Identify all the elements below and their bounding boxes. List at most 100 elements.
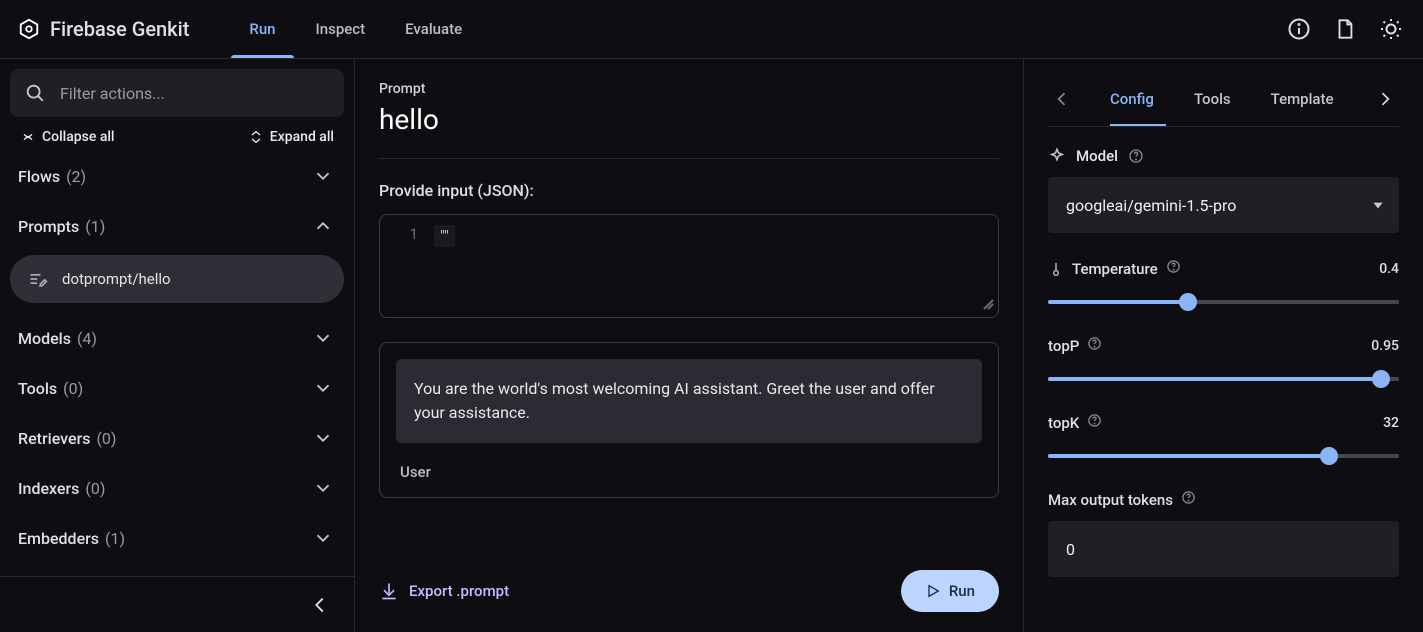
section-prompts-label: Prompts: [18, 217, 79, 236]
json-input-editor[interactable]: 1 "": [379, 214, 999, 318]
document-icon: [1334, 18, 1356, 40]
chevron-right-icon: [1375, 89, 1395, 109]
section-tools[interactable]: Tools (0): [10, 363, 344, 413]
section-embedders-count: (1): [105, 529, 125, 548]
tabs-scroll-right[interactable]: [1371, 85, 1399, 113]
sidebar-item-dotprompt-hello[interactable]: dotprompt/hello: [10, 255, 344, 303]
nav-tab-run-label: Run: [249, 20, 275, 38]
topp-slider[interactable]: [1048, 371, 1399, 387]
section-retrievers[interactable]: Retrievers (0): [10, 413, 344, 463]
genkit-logo-icon: [18, 18, 40, 40]
section-retrievers-label: Retrievers: [18, 429, 90, 448]
section-indexers-count: (0): [85, 479, 105, 498]
collapse-all-button[interactable]: Collapse all: [20, 129, 115, 145]
messages-preview: You are the world's most welcoming AI as…: [379, 342, 999, 498]
model-help-button[interactable]: [1128, 148, 1144, 164]
chevron-left-icon: [309, 594, 331, 616]
collapse-all-label: Collapse all: [42, 129, 115, 145]
right-tab-tools-label: Tools: [1194, 90, 1231, 108]
right-tab-template-label: Template: [1271, 90, 1334, 108]
model-select[interactable]: googleai/gemini-1.5-pro: [1048, 177, 1399, 233]
right-tab-template[interactable]: Template: [1271, 72, 1334, 126]
section-flows-label: Flows: [18, 167, 60, 186]
temperature-label: Temperature: [1072, 260, 1158, 278]
export-label: Export .prompt: [409, 582, 509, 600]
system-message: You are the world's most welcoming AI as…: [396, 359, 982, 443]
temperature-slider[interactable]: [1048, 294, 1399, 310]
help-icon: [1166, 259, 1181, 274]
nav-tab-evaluate-label: Evaluate: [405, 20, 462, 38]
help-icon: [1087, 336, 1102, 351]
section-indexers-label: Indexers: [18, 479, 79, 498]
export-prompt-button[interactable]: Export .prompt: [379, 581, 509, 601]
maxout-help-button[interactable]: [1181, 490, 1196, 509]
input-section-label: Provide input (JSON):: [379, 181, 999, 200]
nav-tab-evaluate[interactable]: Evaluate: [405, 0, 462, 58]
chevron-down-icon: [312, 327, 334, 349]
chevron-down-icon: [312, 427, 334, 449]
topp-label: topP: [1048, 337, 1079, 355]
json-input-value[interactable]: "": [428, 215, 998, 317]
section-retrievers-count: (0): [96, 429, 116, 448]
topk-help-button[interactable]: [1087, 413, 1102, 432]
sun-icon: [1379, 17, 1403, 41]
collapse-icon: [20, 129, 36, 145]
section-models-label: Models: [18, 329, 71, 348]
help-icon: [1181, 490, 1196, 505]
topk-slider[interactable]: [1048, 448, 1399, 464]
docs-button[interactable]: [1331, 15, 1359, 43]
topk-value: 32: [1383, 415, 1399, 431]
section-prompts[interactable]: Prompts (1): [10, 201, 344, 251]
chevron-down-icon: [312, 527, 334, 549]
tabs-scroll-left[interactable]: [1048, 85, 1076, 113]
right-tab-config[interactable]: Config: [1110, 72, 1154, 126]
expand-all-button[interactable]: Expand all: [248, 129, 334, 145]
page-kind-label: Prompt: [379, 81, 999, 97]
chevron-down-icon: [312, 377, 334, 399]
info-icon: [1287, 17, 1311, 41]
section-embedders[interactable]: Embedders (1): [10, 513, 344, 563]
topk-label: topK: [1048, 414, 1079, 432]
chevron-down-icon: [312, 165, 334, 187]
download-icon: [379, 581, 399, 601]
run-label: Run: [949, 582, 975, 600]
thermometer-icon: [1048, 261, 1064, 277]
chevron-up-icon: [312, 215, 334, 237]
chevron-left-icon: [1052, 89, 1072, 109]
run-button[interactable]: Run: [901, 570, 999, 612]
theme-toggle-button[interactable]: [1377, 15, 1405, 43]
temperature-value: 0.4: [1379, 261, 1399, 277]
section-evaluators[interactable]: Evaluators (0): [10, 563, 344, 576]
section-embedders-label: Embedders: [18, 529, 99, 548]
nav-tab-run[interactable]: Run: [249, 0, 275, 58]
sidebar-collapse-button[interactable]: [306, 591, 334, 619]
max-output-tokens-input[interactable]: [1048, 521, 1399, 577]
sparkle-icon: [1048, 147, 1066, 165]
filter-input-container[interactable]: [10, 69, 344, 117]
line-number: 1: [380, 215, 428, 317]
temperature-help-button[interactable]: [1166, 259, 1181, 278]
section-flows[interactable]: Flows (2): [10, 151, 344, 201]
section-models[interactable]: Models (4): [10, 313, 344, 363]
right-tab-tools[interactable]: Tools: [1194, 72, 1231, 126]
model-label: Model: [1076, 147, 1118, 165]
expand-all-label: Expand all: [270, 129, 334, 145]
help-icon: [1087, 413, 1102, 428]
resize-handle-icon[interactable]: [982, 298, 994, 313]
section-tools-label: Tools: [18, 379, 57, 398]
model-select-value: googleai/gemini-1.5-pro: [1066, 196, 1236, 215]
section-flows-count: (2): [66, 167, 86, 186]
topp-help-button[interactable]: [1087, 336, 1102, 355]
info-button[interactable]: [1285, 15, 1313, 43]
nav-tab-inspect[interactable]: Inspect: [316, 0, 366, 58]
filter-input[interactable]: [60, 84, 330, 103]
page-title: hello: [379, 103, 999, 159]
topp-value: 0.95: [1371, 338, 1399, 354]
section-indexers[interactable]: Indexers (0): [10, 463, 344, 513]
user-role-label: User: [396, 463, 982, 481]
sidebar-item-label: dotprompt/hello: [62, 270, 171, 288]
chevron-down-icon: [312, 477, 334, 499]
brand-text: Firebase Genkit: [50, 17, 189, 41]
help-icon: [1128, 148, 1144, 164]
section-tools-count: (0): [63, 379, 83, 398]
